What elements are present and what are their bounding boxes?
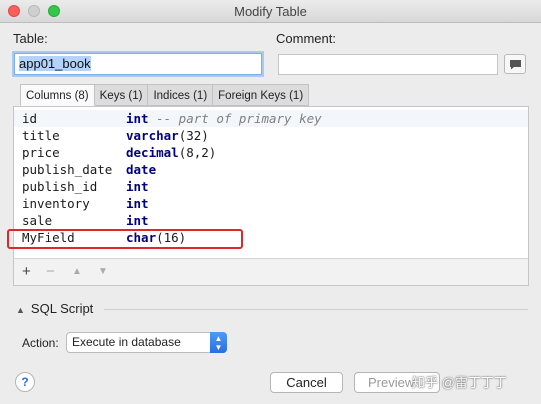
window-title: Modify Table [234, 4, 307, 19]
comment-label: Comment: [276, 31, 336, 46]
column-name: inventory [22, 196, 90, 211]
move-down-button[interactable]: ▼ [98, 264, 108, 279]
column-name: sale [22, 213, 53, 228]
columns-panel: id int -- part of primary key title varc… [13, 106, 529, 286]
column-type: decimal [126, 145, 179, 160]
table-name-value: app01_book [19, 56, 91, 71]
speech-bubble-icon [510, 60, 521, 70]
action-select[interactable]: Execute in database ▲ ▼ [66, 332, 227, 353]
column-row[interactable]: sale int [14, 212, 528, 229]
columns-list: id int -- part of primary key title varc… [14, 110, 528, 246]
column-name: id [22, 111, 38, 126]
column-type-args: (32) [178, 128, 209, 143]
column-row[interactable]: publish_date date [14, 161, 528, 178]
column-name: publish_id [22, 179, 98, 194]
column-name: price [22, 145, 60, 160]
tab-columns[interactable]: Columns (8) [20, 84, 95, 106]
column-row[interactable]: title varchar(32) [14, 127, 528, 144]
watermark: 知乎 @雷丁丁丁 [412, 375, 507, 390]
column-type: date [126, 162, 157, 177]
column-row[interactable]: price decimal(8,2) [14, 144, 528, 161]
section-divider [104, 309, 528, 310]
sql-script-section-header[interactable]: ▲ SQL Script [16, 301, 93, 316]
sql-script-label: SQL Script [30, 301, 94, 316]
remove-column-button[interactable]: − [46, 264, 55, 279]
collapse-triangle-icon: ▲ [16, 305, 25, 315]
column-row[interactable]: inventory int [14, 195, 528, 212]
column-type: varchar [126, 128, 179, 143]
comment-input[interactable] [278, 54, 498, 75]
column-type: int [126, 213, 149, 228]
column-name: title [22, 128, 60, 143]
column-type: int [126, 111, 149, 126]
highlight-annotation [7, 229, 243, 249]
action-label: Action: [22, 336, 59, 350]
help-button[interactable]: ? [15, 372, 35, 392]
column-comment: -- part of primary key [156, 111, 322, 126]
tab-foreign-keys[interactable]: Foreign Keys (1) [213, 84, 310, 106]
tab-keys[interactable]: Keys (1) [94, 84, 149, 106]
column-type: int [126, 179, 149, 194]
columns-toolbar: + − ▲ ▼ [14, 258, 528, 285]
add-column-button[interactable]: + [22, 264, 31, 279]
move-up-button[interactable]: ▲ [72, 264, 82, 279]
table-name-input[interactable]: app01_book [14, 53, 262, 75]
updown-chevron-icon: ▲ ▼ [210, 332, 227, 353]
action-select-value: Execute in database [72, 335, 181, 349]
cancel-button[interactable]: Cancel [270, 372, 343, 393]
column-name: publish_date [22, 162, 113, 177]
column-row[interactable]: publish_id int [14, 178, 528, 195]
title-bar: Modify Table [0, 0, 541, 23]
column-type: int [126, 196, 149, 211]
column-row[interactable]: id int -- part of primary key [14, 110, 528, 127]
comment-edit-button[interactable] [504, 54, 526, 74]
tab-bar: Columns (8) Keys (1) Indices (1) Foreign… [20, 84, 310, 106]
table-label: Table: [13, 31, 48, 46]
tab-indices[interactable]: Indices (1) [148, 84, 214, 106]
column-type-args: (8,2) [178, 145, 217, 160]
